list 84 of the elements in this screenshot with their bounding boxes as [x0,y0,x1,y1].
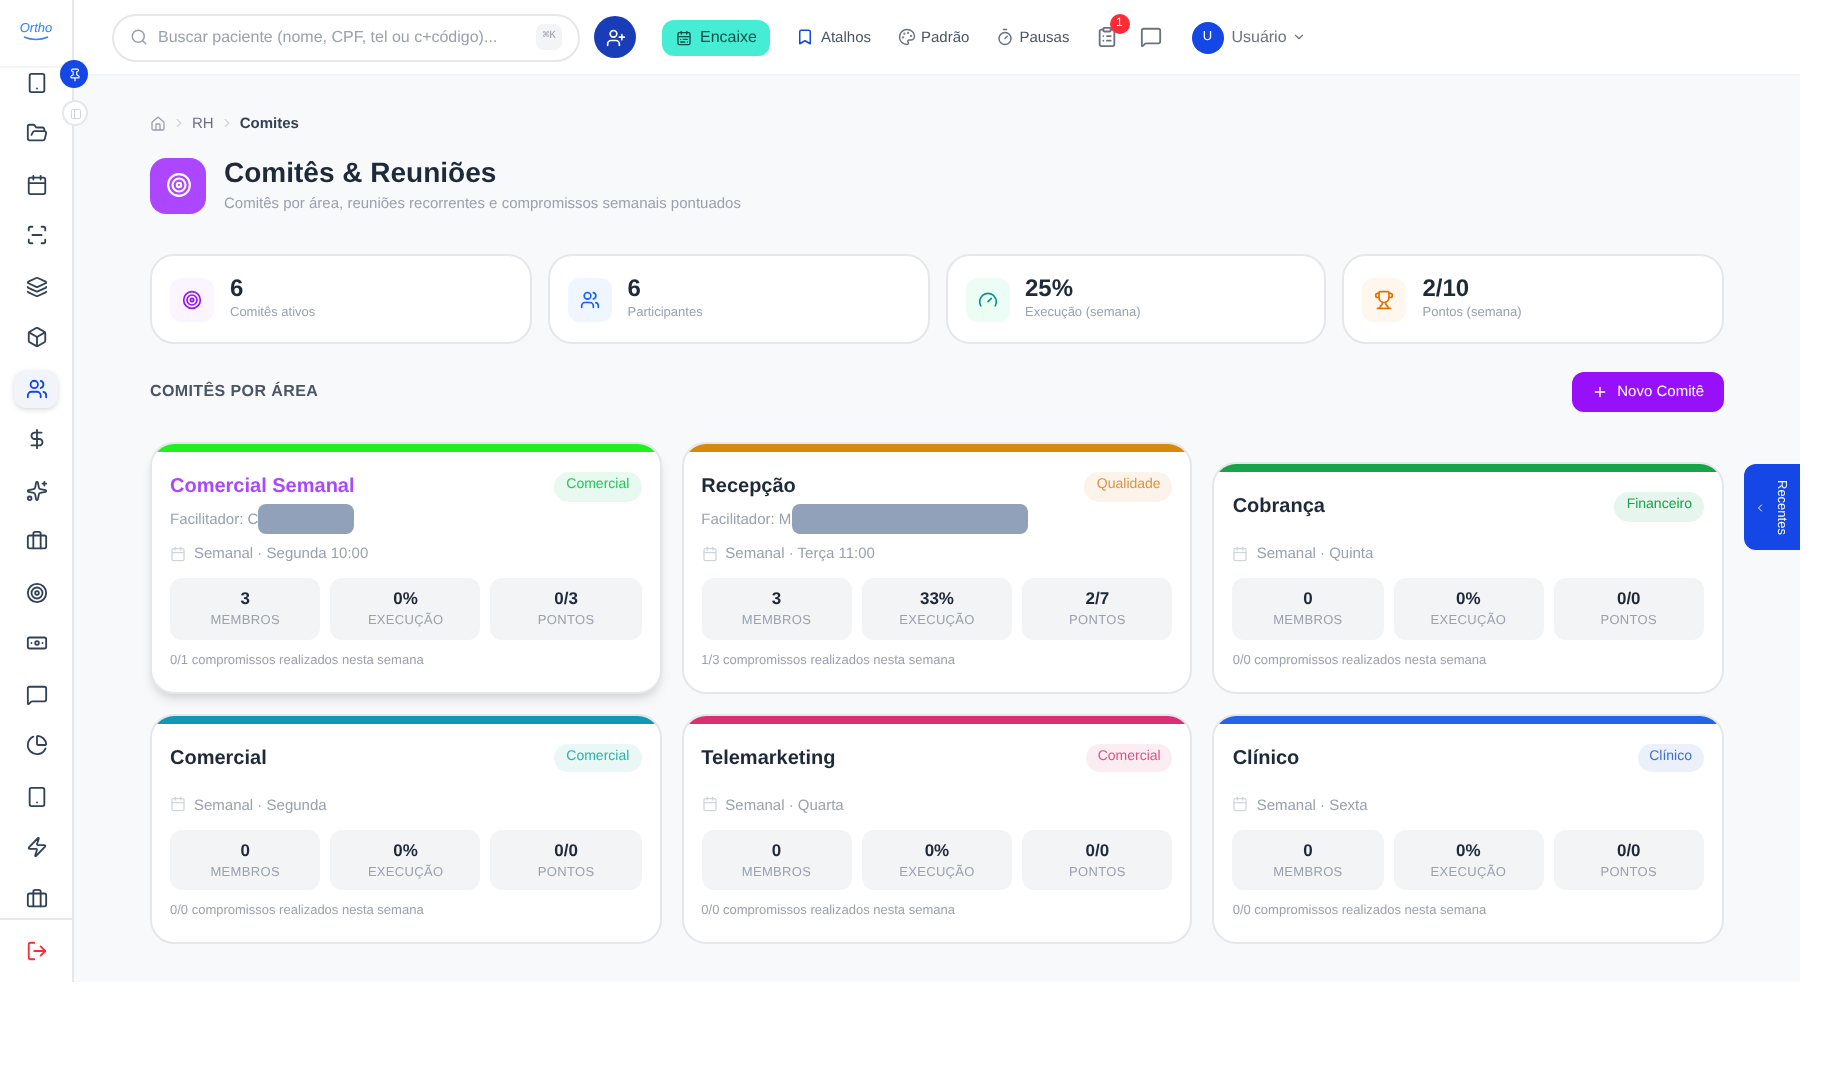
search-icon [130,28,148,46]
calendar-icon [701,796,718,813]
encaixe-button[interactable]: Encaixe [662,19,771,55]
metric-value: 0 [771,837,782,863]
add-patient-button[interactable] [594,16,636,58]
sparkles-icon [25,479,47,502]
pin-button[interactable] [60,60,88,88]
committee-title: Recepção [701,474,796,502]
calendar-icon [25,173,47,196]
stat-value: 6 [230,274,246,305]
stat-value: 2/10 [1422,274,1472,305]
timer-icon [995,28,1014,46]
stat-value: 6 [627,274,643,305]
users-icon [579,289,600,309]
folder-icon [25,122,47,145]
committee-title: Clínico [1232,745,1300,773]
briefcase-icon [25,887,47,910]
lightning-icon [25,836,47,859]
metric-value: 0% [924,837,950,863]
users-icon [25,377,47,400]
calendar-icon [1232,796,1249,813]
metric-value: 0% [393,837,418,863]
dollar-icon [25,428,47,451]
clipboard-icon [1095,26,1118,48]
metric-value: 0/0 [1616,586,1641,612]
target-icon [165,172,191,199]
target-icon [25,581,47,604]
message-icon [25,683,47,706]
calendar-icon [170,796,186,813]
metric-value: 0% [1456,837,1481,863]
committee-title: Comercial Semanal [170,474,355,502]
banknote-icon [25,632,47,655]
search-input[interactable]: Buscar paciente (nome, CPF, tel ou c+código)... [158,25,527,49]
scan-icon [25,224,47,247]
metric-value: 3 [240,586,250,612]
bookmark-icon [796,28,815,46]
clipboard-button[interactable] [1095,26,1118,48]
logout-icon [25,940,47,962]
metric-value: 0 [240,837,250,863]
logout-button[interactable] [25,940,47,962]
add-user-icon [605,27,625,47]
sidebar-item[interactable] [14,369,58,408]
palette-icon [897,28,915,46]
metric-value: 0/0 [554,837,578,863]
tablet-icon [25,71,47,94]
metric-value: 2/7 [1085,586,1110,612]
committee-title: Cobrança [1232,494,1325,522]
user-menu[interactable]: Usuário [1231,25,1307,49]
metric-value: 0 [1303,586,1313,612]
metric-value: 0/3 [554,586,578,612]
metric-value: 0% [1456,586,1481,612]
calendar-icon [676,29,692,45]
metric-value: 0/0 [1085,837,1110,863]
chevron-icon [172,116,186,131]
chevron-icon [219,116,234,131]
trophy-icon [1374,289,1395,309]
chat-icon [1139,26,1162,48]
briefcase-icon [25,530,47,553]
committee-title: Telemarketing [701,745,836,773]
metric-value: 3 [771,586,782,612]
tablet-icon [25,785,47,808]
chat-button[interactable] [1139,26,1162,48]
gauge-icon [977,289,997,309]
pie-chart-icon [25,734,47,757]
box-icon [25,326,47,349]
pin-icon [67,67,81,81]
metric-value: 0/0 [1616,837,1641,863]
plus-icon [1591,384,1608,400]
stat-value: 25% [1025,274,1076,305]
panel-icon [69,107,81,119]
metric-value: 33% [919,586,954,612]
target-icon [182,289,202,309]
calendar-icon [170,545,186,562]
section-title: COMITÊS POR ÁREA [150,380,319,404]
redaction-bar [258,504,355,534]
page-title: Comitês & Reuniões [224,156,499,192]
chevron-icon [1754,501,1767,513]
committee-title: Comercial [170,745,267,773]
calendar-icon [1232,545,1249,562]
layers-icon [25,275,47,298]
metric-value: 0 [1303,837,1313,863]
metric-value: 0% [393,586,418,612]
calendar-icon [701,545,718,562]
chevron-icon [1292,30,1307,44]
